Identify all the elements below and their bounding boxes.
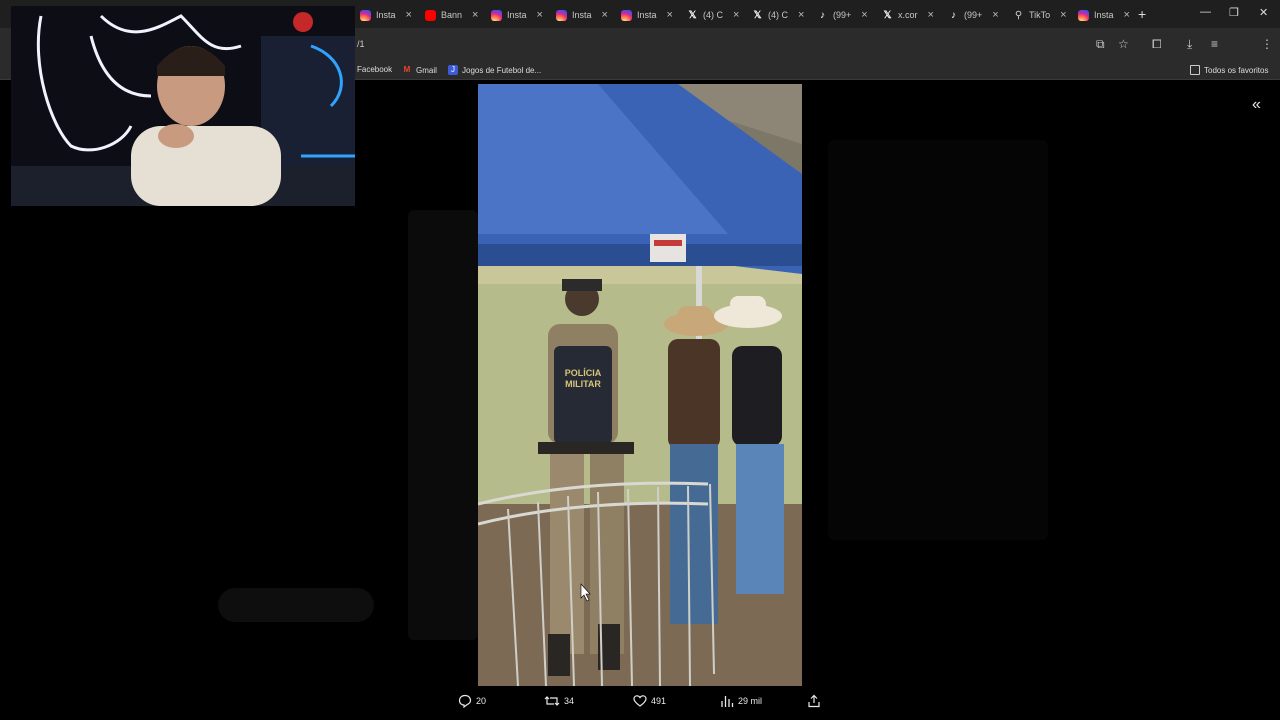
share-button[interactable] <box>807 694 825 708</box>
post-action-bar: 20 34 491 29 mil <box>440 694 840 714</box>
close-tab-icon[interactable]: × <box>406 9 412 21</box>
close-tab-icon[interactable]: × <box>928 9 934 21</box>
bookmark-star-icon[interactable]: ☆ <box>1118 37 1129 51</box>
browser-tab[interactable]: 𝕏 (4) C × <box>752 4 804 26</box>
close-tab-icon[interactable]: × <box>667 9 673 21</box>
minimize-icon[interactable]: — <box>1200 6 1211 18</box>
menu-icon[interactable]: ⋮ <box>1261 37 1273 51</box>
download-icon[interactable]: ⤓ <box>1187 37 1192 52</box>
instagram-icon <box>556 9 567 21</box>
tab-label: Insta <box>507 10 527 20</box>
x-logo-icon: 𝕏 <box>753 9 762 21</box>
svg-text:POLÍCIA: POLÍCIA <box>565 368 602 378</box>
browser-tab[interactable]: Insta × <box>491 4 543 26</box>
close-tab-icon[interactable]: × <box>861 9 867 21</box>
browser-tab[interactable]: 𝕏 (4) C × <box>687 4 739 26</box>
svg-text:MILITAR: MILITAR <box>565 379 601 389</box>
browser-tab[interactable]: ♪ (99+ × <box>817 4 868 26</box>
install-app-icon[interactable]: ⧉ <box>1096 37 1105 52</box>
like-button[interactable]: 491 <box>633 694 666 708</box>
close-tab-icon[interactable]: × <box>602 9 608 21</box>
tiktok-icon: ♪ <box>820 9 825 21</box>
instagram-icon <box>621 9 632 21</box>
collapse-panel-icon[interactable]: « <box>1252 96 1261 114</box>
browser-tab[interactable]: Insta × <box>360 4 412 26</box>
analytics-icon <box>721 696 734 707</box>
browser-tab[interactable]: Insta × <box>621 4 673 26</box>
reply-button[interactable]: 20 <box>458 694 486 708</box>
close-tab-icon[interactable]: × <box>472 9 478 21</box>
streamer-webcam-overlay <box>11 6 355 206</box>
browser-tab[interactable]: Insta × <box>1078 4 1130 26</box>
close-tab-icon[interactable]: × <box>1124 9 1130 21</box>
bookmark-jogos[interactable]: J Jogos de Futebol de... <box>448 65 541 75</box>
dimmed-right-sidebar <box>828 140 1048 540</box>
bookmark-gmail[interactable]: M Gmail <box>402 65 437 75</box>
all-bookmarks[interactable]: Todos os favoritos <box>1190 65 1268 75</box>
reply-icon <box>458 694 472 708</box>
youtube-icon <box>425 9 436 21</box>
link-icon: ⚲ <box>1014 9 1023 21</box>
tab-label: Insta <box>637 10 657 20</box>
views-button[interactable]: 29 mil <box>720 694 762 708</box>
webcam-frame <box>11 6 355 206</box>
repost-icon <box>544 696 560 706</box>
video-frame: POLÍCIA MILITAR <box>478 84 802 686</box>
url-text[interactable]: /1 <box>357 39 365 49</box>
gmail-icon: M <box>403 65 411 74</box>
heart-icon <box>633 695 647 707</box>
media-control-icon[interactable]: ≡ <box>1211 37 1218 51</box>
extensions-icon[interactable]: ⧠ <box>1152 37 1162 52</box>
instagram-icon <box>1078 9 1089 21</box>
browser-tab[interactable]: 𝕏x.cor × <box>882 4 934 26</box>
tab-label: (4) C <box>703 10 723 20</box>
tab-label: Insta <box>376 10 396 20</box>
tab-label: (99+ <box>964 10 983 20</box>
restore-icon[interactable]: ❐ <box>1229 6 1239 19</box>
share-icon <box>808 694 820 708</box>
instagram-icon <box>491 9 502 21</box>
close-tab-icon[interactable]: × <box>537 9 543 21</box>
tab-label: Insta <box>1094 10 1114 20</box>
close-tab-icon[interactable]: × <box>992 9 998 21</box>
x-logo-icon: 𝕏 <box>883 9 892 21</box>
tiktok-icon: ♪ <box>951 9 956 21</box>
x-logo-icon: 𝕏 <box>688 9 697 21</box>
repost-button[interactable]: 34 <box>544 694 574 708</box>
close-tab-icon[interactable]: × <box>798 9 804 21</box>
tab-label: Insta <box>572 10 592 20</box>
browser-tab[interactable]: ♪ (99+ × <box>948 4 999 26</box>
close-window-icon[interactable]: ✕ <box>1259 6 1268 19</box>
close-tab-icon[interactable]: × <box>733 9 739 21</box>
media-viewer-video[interactable]: POLÍCIA MILITAR <box>478 84 802 686</box>
new-tab-button[interactable]: + <box>1138 6 1146 22</box>
close-tab-icon[interactable]: × <box>1060 9 1066 21</box>
dimmed-post-button <box>218 588 374 622</box>
tab-label: TikTo <box>1029 10 1051 20</box>
tab-label: Bann <box>441 10 463 20</box>
folder-icon <box>1190 65 1200 75</box>
tab-label: (99+ <box>833 10 852 20</box>
tab-label: x.cor <box>898 10 918 20</box>
browser-tab[interactable]: ⚲ TikTo × <box>1013 4 1067 26</box>
instagram-icon <box>360 9 371 21</box>
tab-label: (4) C <box>768 10 788 20</box>
browser-tab[interactable]: Insta × <box>556 4 608 26</box>
bookmark-facebook[interactable]: Facebook <box>357 65 392 74</box>
dimmed-post-area <box>408 210 478 640</box>
game-icon: J <box>448 65 458 75</box>
browser-tab[interactable]: Bann × <box>425 4 478 26</box>
